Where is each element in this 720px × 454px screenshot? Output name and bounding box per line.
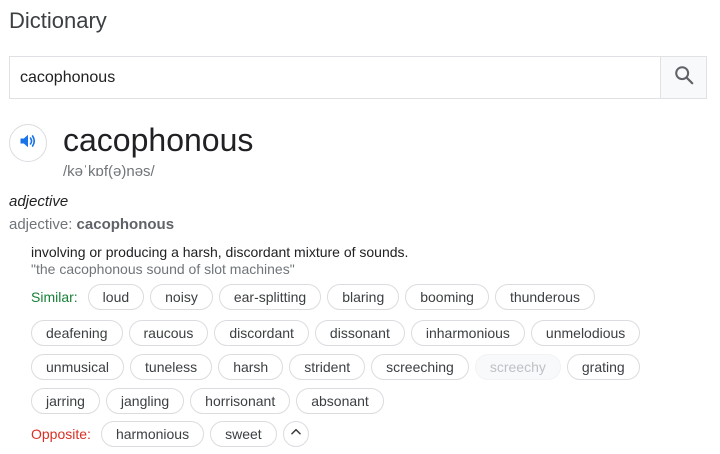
- similar-chip[interactable]: jarring: [31, 388, 100, 414]
- headword: cacophonous: [63, 122, 254, 158]
- similar-chip[interactable]: inharmonious: [410, 320, 525, 346]
- similar-chip[interactable]: screeching: [371, 354, 469, 380]
- search-input[interactable]: [10, 57, 660, 98]
- search-icon: [673, 64, 695, 91]
- similar-chip[interactable]: booming: [405, 284, 489, 310]
- opposite-chip[interactable]: harmonious: [100, 421, 205, 447]
- pos-word: cacophonous: [76, 216, 175, 233]
- pronunciation-button[interactable]: [9, 124, 47, 162]
- similar-chip[interactable]: thunderous: [494, 284, 595, 310]
- similar-chip[interactable]: unmusical: [31, 354, 125, 380]
- similar-chip-disabled: screechy: [474, 354, 561, 380]
- similar-chip[interactable]: tuneless: [130, 354, 213, 380]
- opposite-chip[interactable]: sweet: [210, 421, 277, 447]
- similar-row-1: Similar: loud noisy ear-splitting blarin…: [31, 284, 601, 310]
- similar-chip[interactable]: absonant: [296, 388, 384, 414]
- pos-line: adjective: cacophonous: [9, 216, 174, 233]
- similar-chip[interactable]: loud: [87, 284, 145, 310]
- search-button[interactable]: [660, 57, 706, 98]
- similar-chip[interactable]: dissonant: [314, 320, 405, 346]
- similar-chip[interactable]: blaring: [327, 284, 400, 310]
- search-box: [9, 56, 707, 99]
- similar-chip[interactable]: jangling: [105, 388, 185, 414]
- similar-chip[interactable]: ear-splitting: [218, 284, 322, 310]
- similar-chip[interactable]: raucous: [128, 320, 209, 346]
- similar-row-3: unmusical tuneless harsh strident screec…: [31, 354, 646, 380]
- speaker-icon: [18, 131, 38, 156]
- chevron-up-icon: [289, 425, 303, 444]
- similar-chip[interactable]: discordant: [214, 320, 309, 346]
- collapse-button[interactable]: [282, 421, 309, 447]
- similar-chip[interactable]: harsh: [218, 354, 284, 380]
- pos-prefix: adjective:: [9, 216, 73, 233]
- similar-chip[interactable]: horrisonant: [190, 388, 291, 414]
- part-of-speech: adjective: [9, 193, 69, 210]
- similar-chip[interactable]: strident: [289, 354, 366, 380]
- similar-row-4: jarring jangling horrisonant absonant: [31, 388, 390, 414]
- similar-chip[interactable]: unmelodious: [530, 320, 641, 346]
- app-title: Dictionary: [9, 8, 107, 33]
- similar-label: Similar:: [31, 289, 78, 305]
- example-sentence: "the cacophonous sound of slot machines": [31, 261, 295, 277]
- similar-chip[interactable]: deafening: [31, 320, 123, 346]
- opposite-row: Opposite: harmonious sweet: [31, 421, 309, 447]
- similar-row-2: deafening raucous discordant dissonant i…: [31, 320, 646, 346]
- definition-text: involving or producing a harsh, discorda…: [31, 244, 409, 260]
- opposite-label: Opposite:: [31, 426, 91, 442]
- similar-chip[interactable]: noisy: [150, 284, 213, 310]
- phonetic-spelling: /kəˈkɒf(ə)nəs/: [63, 163, 155, 180]
- similar-chip[interactable]: grating: [566, 354, 640, 380]
